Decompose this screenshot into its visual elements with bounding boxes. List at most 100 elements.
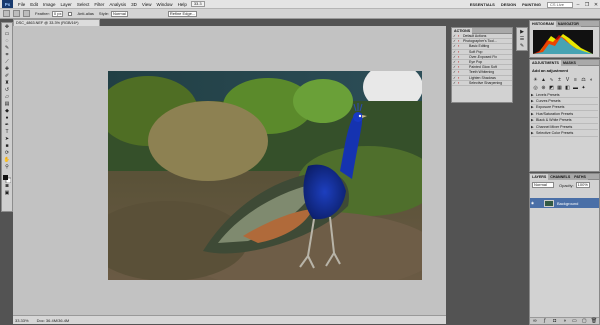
- workspace-painting[interactable]: PAINTING: [522, 2, 541, 7]
- add-selection-icon[interactable]: [23, 10, 30, 17]
- cs-live-button[interactable]: CS Live: [547, 1, 573, 8]
- channel-mixer-icon[interactable]: ⊕: [540, 84, 547, 91]
- menu-file[interactable]: File: [18, 2, 25, 7]
- shape-tool-icon[interactable]: ■: [3, 143, 11, 149]
- marquee-tool-icon[interactable]: ▭: [3, 31, 11, 37]
- clone-stamp-tool-icon[interactable]: ♜: [3, 80, 11, 86]
- antialias-checkbox[interactable]: [68, 11, 73, 16]
- tab-layers[interactable]: LAYERS: [530, 173, 549, 180]
- new-adjustment-icon[interactable]: ◑: [561, 318, 569, 324]
- opacity-input[interactable]: 100%: [575, 182, 590, 188]
- blur-tool-icon[interactable]: ◆: [3, 108, 11, 114]
- tab-histogram[interactable]: HISTOGRAM: [530, 20, 556, 27]
- status-zoom[interactable]: 33.33%: [15, 318, 29, 323]
- minimize-icon[interactable]: –: [574, 1, 582, 9]
- workspace-design[interactable]: DESIGN: [501, 2, 516, 7]
- visibility-eye-icon[interactable]: ◉: [531, 201, 536, 205]
- dialog-toggle-icon[interactable]: ▪: [458, 76, 462, 80]
- action-row[interactable]: ✓ ▪ Selective Sharpening: [452, 81, 512, 86]
- new-layer-icon[interactable]: ▢: [580, 318, 588, 324]
- photo-filter-icon[interactable]: ◎: [532, 84, 539, 91]
- menu-window[interactable]: Window: [157, 2, 173, 7]
- menu-select[interactable]: Select: [77, 2, 90, 7]
- menu-image[interactable]: Image: [43, 2, 56, 7]
- selective-color-icon[interactable]: ✦: [580, 84, 587, 91]
- menu-help[interactable]: Help: [178, 2, 187, 7]
- quick-mask-icon[interactable]: ◙: [3, 183, 11, 189]
- add-mask-icon[interactable]: ◘: [551, 318, 559, 324]
- brightness-icon[interactable]: ☀: [532, 76, 539, 83]
- menu-filter[interactable]: Filter: [94, 2, 104, 7]
- dialog-toggle-icon[interactable]: ▪: [458, 44, 462, 48]
- gradient-map-icon[interactable]: ▬: [572, 84, 579, 91]
- tab-paths[interactable]: PATHS: [572, 173, 588, 180]
- history-brush-tool-icon[interactable]: ↺: [3, 87, 11, 93]
- dialog-toggle-icon[interactable]: ▪: [458, 34, 462, 38]
- document-image[interactable]: [108, 71, 422, 280]
- refine-edge-button[interactable]: Refine Edge...: [167, 10, 198, 17]
- marquee-tool-icon[interactable]: [3, 10, 10, 17]
- menu-view[interactable]: View: [142, 2, 152, 7]
- dialog-toggle-icon[interactable]: ▪: [458, 39, 462, 43]
- dialog-toggle-icon[interactable]: ▪: [458, 81, 462, 85]
- layer-style-icon[interactable]: ƒ: [541, 318, 549, 324]
- link-layers-icon[interactable]: ∞: [531, 318, 539, 324]
- dialog-toggle-icon[interactable]: ▪: [458, 50, 462, 54]
- menu-3d[interactable]: 3D: [131, 2, 137, 7]
- actions-panel-icon[interactable]: ▶: [518, 29, 526, 35]
- brush-panel-icon[interactable]: ✎: [518, 43, 526, 49]
- healing-brush-tool-icon[interactable]: ✚: [3, 66, 11, 72]
- color-swatches-icon[interactable]: [3, 175, 11, 183]
- path-select-tool-icon[interactable]: ➤: [3, 136, 11, 142]
- dialog-toggle-icon[interactable]: ▪: [458, 65, 462, 69]
- color-balance-icon[interactable]: ⚖: [580, 76, 587, 83]
- screen-mode-icon[interactable]: ▣: [3, 190, 11, 196]
- document-tab[interactable]: DSC_4863.NEF @ 33.3% (RGB/16*): [13, 19, 100, 26]
- feather-input[interactable]: 0 px: [51, 10, 64, 17]
- invert-icon[interactable]: ◩: [548, 84, 555, 91]
- posterize-icon[interactable]: ▦: [556, 84, 563, 91]
- eyedropper-tool-icon[interactable]: ⟋: [3, 59, 11, 65]
- layer-row-background[interactable]: ◉ Background: [530, 198, 599, 208]
- pen-tool-icon[interactable]: ✒: [3, 122, 11, 128]
- brush-tool-icon[interactable]: ✐: [3, 73, 11, 79]
- blend-mode-select[interactable]: Normal: [532, 182, 554, 188]
- dialog-toggle-icon[interactable]: ▪: [458, 70, 462, 74]
- hand-tool-icon[interactable]: ✋: [3, 157, 11, 163]
- hue-saturation-icon[interactable]: ≡: [572, 76, 579, 83]
- lasso-tool-icon[interactable]: ◌: [3, 38, 11, 44]
- type-tool-icon[interactable]: T: [3, 129, 11, 135]
- move-tool-icon[interactable]: ✥: [3, 24, 11, 30]
- threshold-icon[interactable]: ◧: [564, 84, 571, 91]
- black-white-icon[interactable]: ◐: [588, 76, 595, 83]
- curves-icon[interactable]: ∿: [548, 76, 555, 83]
- crop-tool-icon[interactable]: ⌗: [3, 52, 11, 58]
- menu-edit[interactable]: Edit: [30, 2, 38, 7]
- style-select[interactable]: Normal: [110, 10, 128, 17]
- vibrance-icon[interactable]: V: [564, 76, 571, 83]
- dialog-toggle-icon[interactable]: ▪: [458, 55, 462, 59]
- workspace-essentials[interactable]: ESSENTIALS: [470, 2, 495, 7]
- tab-adjustments[interactable]: ADJUSTMENTS: [530, 59, 561, 66]
- quick-select-tool-icon[interactable]: ✎: [3, 45, 11, 51]
- tab-actions[interactable]: ACTIONS: [452, 27, 473, 34]
- dialog-toggle-icon[interactable]: ▪: [458, 60, 462, 64]
- preset-item[interactable]: ▶ Selective Color Presets: [531, 130, 598, 137]
- exposure-icon[interactable]: ±: [556, 76, 563, 83]
- new-selection-icon[interactable]: [13, 10, 20, 17]
- zoom-tool-icon[interactable]: ⚲: [3, 164, 11, 170]
- tab-navigator[interactable]: NAVIGATOR: [555, 20, 581, 27]
- delete-layer-icon[interactable]: 🗑: [590, 318, 598, 324]
- history-panel-icon[interactable]: ☰: [518, 36, 526, 42]
- menu-analysis[interactable]: Analysis: [109, 2, 126, 7]
- dodge-tool-icon[interactable]: ●: [3, 115, 11, 121]
- zoom-level-field[interactable]: 33.3: [190, 1, 205, 7]
- levels-icon[interactable]: ▲: [540, 76, 547, 83]
- tab-masks[interactable]: MASKS: [560, 59, 578, 66]
- gradient-tool-icon[interactable]: ▤: [3, 101, 11, 107]
- tab-channels[interactable]: CHANNELS: [548, 173, 573, 180]
- new-group-icon[interactable]: ▭: [570, 318, 578, 324]
- menu-layer[interactable]: Layer: [61, 2, 72, 7]
- eraser-tool-icon[interactable]: ▱: [3, 94, 11, 100]
- restore-icon[interactable]: ❐: [583, 1, 591, 9]
